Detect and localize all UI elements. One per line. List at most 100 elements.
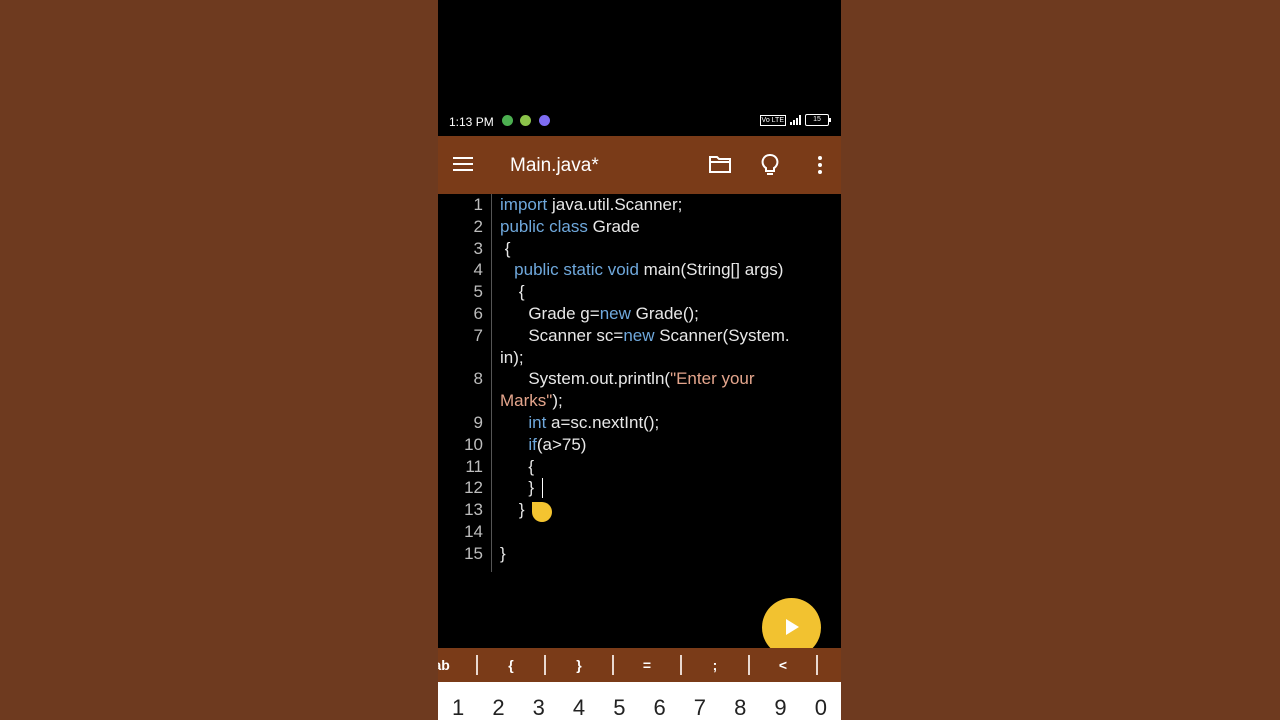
code-line[interactable]: Marks"); <box>438 390 841 412</box>
code-token: in); <box>500 347 524 367</box>
line-number: 2 <box>473 216 483 236</box>
line-text: public class Grade <box>500 217 640 236</box>
symbol-bar: Tab{}=;< <box>438 648 841 682</box>
code-token: Grade g= <box>500 303 600 323</box>
code-line[interactable]: 9 int a=sc.nextInt(); <box>438 412 841 434</box>
number-key[interactable]: 3 <box>519 681 559 720</box>
line-text: Grade g=new Grade(); <box>500 304 699 323</box>
code-line[interactable]: 8 System.out.println("Enter your <box>438 368 841 390</box>
code-token: Scanner(System. <box>654 325 790 345</box>
string-token: "Enter your <box>670 369 755 389</box>
status-time: 1:13 PM <box>449 115 494 129</box>
file-title: Main.java* <box>510 155 599 176</box>
code-token: Scanner sc= <box>500 325 624 345</box>
code-line[interactable]: 14 <box>438 521 841 543</box>
code-editor[interactable]: 1 import java.util.Scanner; 2 public class … <box>438 194 841 648</box>
code-line[interactable]: 7 Scanner sc=new Scanner(System. <box>438 325 841 347</box>
code-token: { <box>500 238 511 258</box>
more-options-icon[interactable] <box>818 156 822 177</box>
code-line[interactable]: 4 public static void main(String[] args) <box>438 259 841 281</box>
lightbulb-icon[interactable] <box>761 153 779 177</box>
symbol-key[interactable]: } <box>546 655 614 675</box>
code-line[interactable]: 6 Grade g=new Grade(); <box>438 303 841 325</box>
messenger-icon <box>539 115 550 126</box>
symbol-key[interactable]: { <box>478 655 546 675</box>
line-text: import java.util.Scanner; <box>500 195 682 214</box>
line-number: 15 <box>464 543 483 563</box>
line-text: public static void main(String[] args) <box>500 260 783 279</box>
symbol-key[interactable]: = <box>614 655 682 675</box>
code-line[interactable]: 5 { <box>438 281 841 303</box>
symbol-key[interactable]: Tab <box>438 655 478 675</box>
line-number: 6 <box>473 303 483 323</box>
code-line[interactable]: in); <box>438 347 841 369</box>
code-line[interactable]: 1 import java.util.Scanner; <box>438 194 841 216</box>
code-token: Grade(); <box>630 303 699 323</box>
keyword-token: public static void <box>514 260 639 280</box>
code-line[interactable]: 13 } <box>438 499 841 521</box>
line-text: in); <box>500 348 524 367</box>
code-token: } <box>500 543 506 563</box>
number-key[interactable]: 1 <box>438 681 478 720</box>
line-text: { <box>500 457 534 476</box>
keyword-token: import <box>500 195 548 214</box>
line-number: 13 <box>464 500 483 520</box>
keyword-token: public class <box>500 216 588 236</box>
line-number: 11 <box>465 456 483 476</box>
line-text: } <box>500 500 525 519</box>
number-key[interactable]: 7 <box>680 681 720 720</box>
line-text: { <box>500 238 511 258</box>
battery-icon: 15 <box>805 114 831 126</box>
line-text: } <box>500 544 506 563</box>
number-key[interactable]: 0 <box>801 681 841 720</box>
string-token: Marks" <box>500 391 553 411</box>
code-token: { <box>500 456 535 476</box>
code-token: { <box>500 282 525 302</box>
symbol-key[interactable]: ; <box>682 655 750 675</box>
line-number: 3 <box>473 238 483 258</box>
code-line[interactable]: 12 } <box>438 477 841 499</box>
line-text: Marks"); <box>500 391 563 410</box>
number-keyboard-row: 1234567890 <box>438 682 841 720</box>
signal-icon <box>790 115 801 125</box>
app-toolbar: Main.java* <box>438 136 841 194</box>
chrome-icon <box>520 115 531 126</box>
line-text: int a=sc.nextInt(); <box>500 413 659 432</box>
keyword-token: new <box>599 303 631 323</box>
line-number: 12 <box>464 478 483 498</box>
number-key[interactable]: 9 <box>761 681 801 720</box>
line-text: System.out.println("Enter your <box>500 369 755 389</box>
line-number: 9 <box>473 412 483 432</box>
code-token: Grade <box>587 216 640 236</box>
number-key[interactable]: 5 <box>599 681 639 720</box>
volte-icon: Vo LTE <box>759 114 786 126</box>
cursor-handle[interactable] <box>532 502 552 522</box>
number-key[interactable]: 8 <box>720 681 760 720</box>
code-line[interactable]: 10 if(a>75) <box>438 434 841 456</box>
number-key[interactable]: 4 <box>559 681 599 720</box>
code-token: main(String[] args) <box>638 260 784 280</box>
number-key[interactable]: 2 <box>478 681 518 720</box>
status-bar: 1:13 PM Vo LTE 15 <box>438 110 841 134</box>
line-number: 7 <box>473 325 483 345</box>
code-line[interactable]: 2 public class Grade <box>438 216 841 238</box>
keyword-token: if <box>528 434 537 454</box>
code-token: } <box>500 500 525 520</box>
keyword-token: new <box>623 325 655 345</box>
text-caret <box>542 478 543 498</box>
symbol-key[interactable]: < <box>750 655 818 675</box>
line-number: 1 <box>473 195 483 214</box>
folder-icon[interactable] <box>709 155 731 173</box>
code-line[interactable]: 3 { <box>438 238 841 260</box>
code-line[interactable]: 11 { <box>438 456 841 478</box>
code-line[interactable]: 15} <box>438 543 841 565</box>
menu-icon[interactable] <box>453 157 473 173</box>
line-number: 4 <box>473 260 483 280</box>
notification-icon <box>502 115 513 126</box>
code-token: ); <box>552 391 563 411</box>
number-key[interactable]: 6 <box>640 681 680 720</box>
code-area[interactable]: 1 import java.util.Scanner; 2 public class … <box>438 194 841 565</box>
